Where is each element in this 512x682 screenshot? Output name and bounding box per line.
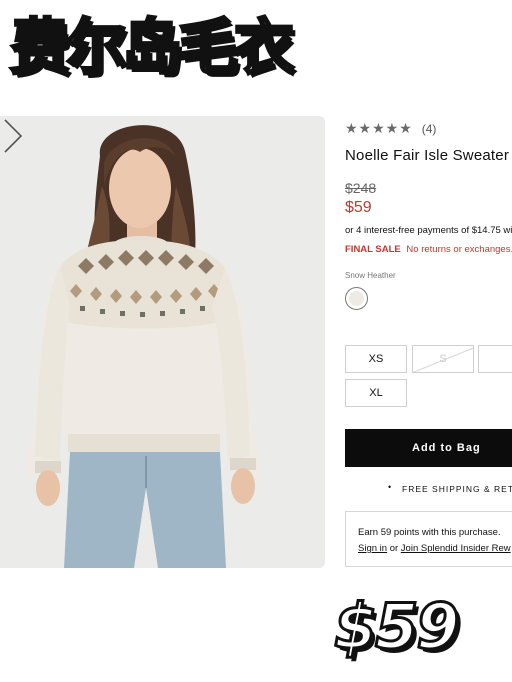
product-name: Noelle Fair Isle Sweater xyxy=(345,147,510,164)
size-button-m[interactable]: M xyxy=(478,345,512,373)
add-to-bag-button[interactable]: Add to Bag xyxy=(345,429,512,467)
product-photo-model xyxy=(0,116,325,568)
rating[interactable]: ★★★★★ (4) xyxy=(345,120,436,137)
final-sale-label: FINAL SALE xyxy=(345,244,401,255)
final-sale-note: No returns or exchanges. xyxy=(406,244,512,255)
star-rating-icon: ★★★★★ xyxy=(345,120,413,136)
loyalty-points-box: Earn 59 points with this purchase. Sign … xyxy=(345,511,512,567)
size-button-xs[interactable]: XS xyxy=(345,345,407,373)
price-original: $248 xyxy=(345,180,377,196)
shipping-bullet: • xyxy=(388,482,392,492)
size-label: XL xyxy=(369,387,383,399)
color-label: Snow Heather xyxy=(345,271,396,280)
or-text: or xyxy=(389,543,399,554)
price-sale: $59 xyxy=(345,199,372,216)
size-button-xl[interactable]: XL xyxy=(345,379,407,407)
size-label: XS xyxy=(368,353,384,365)
rating-count[interactable]: (4) xyxy=(422,122,437,136)
points-links: Sign in or Join Splendid Insider Rew xyxy=(358,541,512,557)
chevron-right-icon[interactable] xyxy=(0,116,26,156)
banner-title: 费尔岛毛衣 xyxy=(9,12,296,85)
product-image[interactable] xyxy=(0,116,325,568)
points-text: Earn 59 points with this purchase. xyxy=(358,527,501,538)
shipping-text: FREE SHIPPING & RET xyxy=(402,484,512,494)
swatch-fill xyxy=(349,291,364,306)
installments-text: or 4 interest-free payments of $14.75 wi… xyxy=(345,225,512,236)
size-button-s[interactable]: S xyxy=(412,345,474,373)
join-insider-link[interactable]: Join Splendid Insider Rew xyxy=(401,543,511,554)
final-sale-notice: FINAL SALE No returns or exchanges. xyxy=(345,244,512,255)
color-swatch[interactable] xyxy=(345,287,368,310)
product-info-panel: ★★★★★ (4) Noelle Fair Isle Sweater $248 … xyxy=(345,0,512,682)
size-label: S xyxy=(439,353,447,365)
price-overlay: $59 xyxy=(332,589,460,665)
sign-in-link[interactable]: Sign in xyxy=(358,543,387,554)
